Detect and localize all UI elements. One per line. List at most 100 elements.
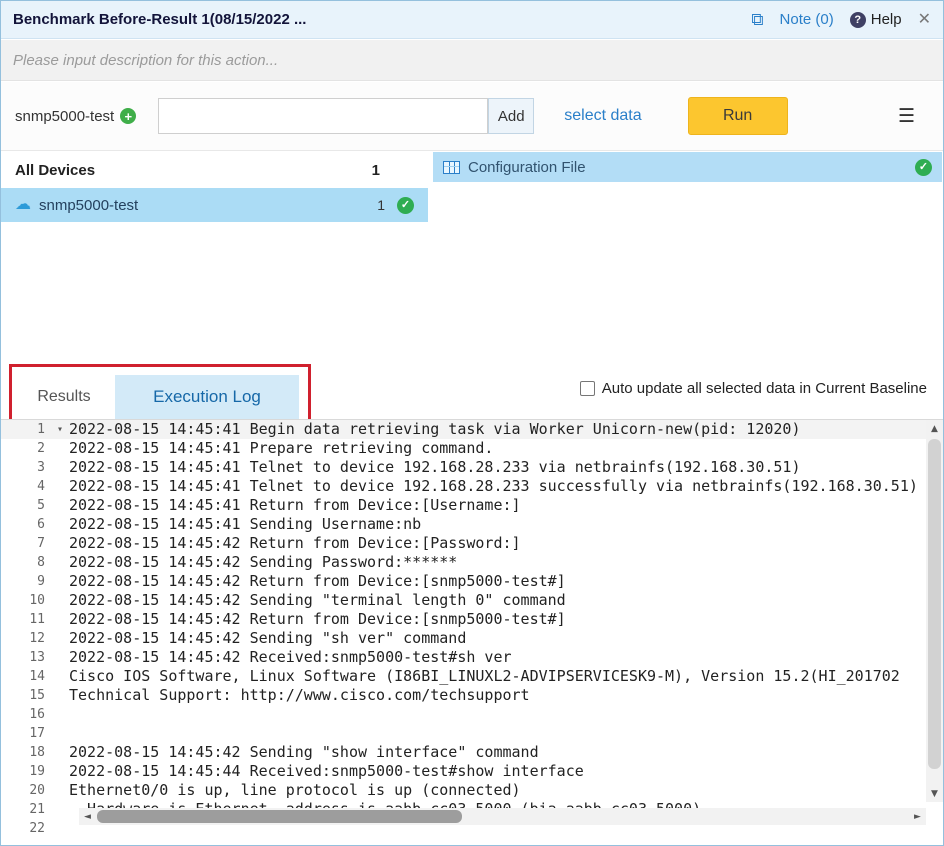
device-row-snmp5000-test[interactable]: ☁ snmp5000-test 1 ✓ [1, 188, 428, 222]
log-line-text: 2022-08-15 14:45:41 Begin data retrievin… [69, 420, 801, 439]
caret-spacer [51, 591, 69, 610]
log-line-text: 2022-08-15 14:45:42 Sending "terminal le… [69, 591, 566, 610]
search-group: Add [158, 98, 534, 134]
add-button[interactable]: Add [488, 98, 534, 134]
title-bar: Benchmark Before-Result 1(08/15/2022 ...… [1, 1, 943, 39]
window-title: Benchmark Before-Result 1(08/15/2022 ... [13, 11, 306, 28]
caret-spacer [51, 629, 69, 648]
toolbar: snmp5000-test + Add select data Run ☰ [1, 82, 943, 151]
log-line-number: 2 [1, 439, 51, 458]
run-button[interactable]: Run [688, 97, 788, 135]
scroll-left-icon[interactable]: ◄ [79, 808, 96, 825]
select-data-link[interactable]: select data [564, 107, 641, 125]
log-line: 20 Ethernet0/0 is up, line protocol is up… [1, 781, 943, 800]
horizontal-scrollbar[interactable]: ◄ ► [79, 808, 926, 825]
caret-spacer [51, 762, 69, 781]
log-line-text: 2022-08-15 14:45:41 Telnet to device 192… [69, 477, 918, 496]
all-devices-label: All Devices [15, 162, 346, 179]
horizontal-scrollbar-thumb[interactable] [97, 810, 462, 823]
log-line-text: 2022-08-15 14:45:41 Sending Username:nb [69, 515, 421, 534]
log-line-number: 12 [1, 629, 51, 648]
caret-spacer [51, 477, 69, 496]
log-line-text: Technical Support: http://www.cisco.com/… [69, 686, 530, 705]
caret-spacer [51, 515, 69, 534]
caret-spacer [51, 534, 69, 553]
log-line-text: 2022-08-15 14:45:42 Sending "show interf… [69, 743, 539, 762]
log-line-number: 21 [1, 800, 51, 819]
log-line-text: 2022-08-15 14:45:44 Received:snmp5000-te… [69, 762, 584, 781]
device-count: 1 [351, 197, 385, 213]
log-line-number: 10 [1, 591, 51, 610]
benchmark-result-window: Benchmark Before-Result 1(08/15/2022 ...… [0, 0, 944, 846]
caret-spacer [51, 553, 69, 572]
log-line-number: 14 [1, 667, 51, 686]
log-line: 122022-08-15 14:45:42 Sending "sh ver" c… [1, 629, 943, 648]
description-input[interactable]: Please input description for this action… [13, 52, 278, 69]
log-line-number: 1 [1, 420, 51, 439]
log-line: 7 2022-08-15 14:45:42 Return from Device:… [1, 534, 943, 553]
log-line: 15 Technical Support: http://www.cisco.co… [1, 686, 943, 705]
log-line: 32022-08-15 14:45:41 Telnet to device 19… [1, 458, 943, 477]
configuration-file-label: Configuration File [468, 159, 915, 176]
log-line: 92022-08-15 14:45:42 Return from Device:… [1, 572, 943, 591]
auto-update-checkbox[interactable] [580, 381, 595, 396]
log-line-number: 16 [1, 705, 51, 724]
log-line-number: 19 [1, 762, 51, 781]
log-line: 132022-08-15 14:45:42 Received:snmp5000-… [1, 648, 943, 667]
device-success-icon: ✓ [397, 197, 414, 214]
log-line-number: 8 [1, 553, 51, 572]
scroll-down-icon[interactable]: ▼ [926, 785, 943, 802]
log-line: 1▾2022-08-15 14:45:41 Begin data retriev… [1, 420, 943, 439]
scroll-up-icon[interactable]: ▲ [926, 420, 943, 437]
configuration-file-row[interactable]: Configuration File ✓ [433, 152, 942, 182]
tab-execution-log[interactable]: Execution Log [115, 375, 299, 419]
table-icon [443, 161, 460, 174]
log-line: 16 [1, 705, 943, 724]
log-line-text: 2022-08-15 14:45:42 Return from Device:[… [69, 534, 521, 553]
log-line-number: 4 [1, 477, 51, 496]
device-icon: ☁ [15, 197, 31, 213]
note-link[interactable]: Note (0) [780, 11, 834, 28]
vertical-scrollbar-thumb[interactable] [928, 439, 941, 769]
collapse-caret-icon[interactable]: ▾ [51, 420, 69, 439]
scroll-right-icon[interactable]: ► [909, 808, 926, 825]
search-input[interactable] [158, 98, 488, 134]
caret-spacer [51, 572, 69, 591]
caret-spacer [51, 439, 69, 458]
log-line-number: 7 [1, 534, 51, 553]
add-device-group-icon[interactable]: + [120, 108, 136, 124]
menu-icon[interactable]: ☰ [898, 107, 915, 126]
log-line-text: 2022-08-15 14:45:42 Received:snmp5000-te… [69, 648, 512, 667]
log-line: 14 Cisco IOS Software, Linux Software (I8… [1, 667, 943, 686]
log-line-text: 2022-08-15 14:45:41 Telnet to device 192… [69, 458, 801, 477]
log-line: 19 2022-08-15 14:45:44 Received:snmp5000-… [1, 762, 943, 781]
configuration-success-icon: ✓ [915, 159, 932, 176]
log-line-text: 2022-08-15 14:45:42 Return from Device:[… [69, 610, 566, 629]
auto-update-checkbox-row[interactable]: Auto update all selected data in Current… [580, 380, 927, 397]
tab-results[interactable]: Results [13, 375, 115, 419]
execution-log-viewer: 1▾2022-08-15 14:45:41 Begin data retriev… [1, 419, 943, 845]
log-line-number: 5 [1, 496, 51, 515]
close-icon[interactable]: ✕ [918, 12, 931, 28]
data-panel: Configuration File ✓ [433, 152, 942, 356]
log-line-number: 15 [1, 686, 51, 705]
vertical-scrollbar[interactable]: ▲ ▼ [926, 420, 943, 802]
log-line: 22022-08-15 14:45:41 Prepare retrieving … [1, 439, 943, 458]
caret-spacer [51, 800, 69, 819]
popout-window-icon[interactable]: ⧉ [751, 11, 763, 28]
log-line-text: 2022-08-15 14:45:41 Return from Device:[… [69, 496, 521, 515]
caret-spacer [51, 610, 69, 629]
log-line-number: 11 [1, 610, 51, 629]
caret-spacer [51, 648, 69, 667]
device-group-label: snmp5000-test [15, 108, 114, 125]
log-line: 4 2022-08-15 14:45:41 Telnet to device 19… [1, 477, 943, 496]
caret-spacer [51, 458, 69, 477]
log-line: 5 2022-08-15 14:45:41 Return from Device:… [1, 496, 943, 515]
log-line-number: 20 [1, 781, 51, 800]
help-button[interactable]: ? Help [850, 11, 902, 28]
log-line: 17 [1, 724, 943, 743]
log-line-text: Cisco IOS Software, Linux Software (I86B… [69, 667, 900, 686]
log-line-text: Ethernet0/0 is up, line protocol is up (… [69, 781, 521, 800]
log-lines: 1▾2022-08-15 14:45:41 Begin data retriev… [1, 420, 943, 838]
caret-spacer [51, 724, 69, 743]
